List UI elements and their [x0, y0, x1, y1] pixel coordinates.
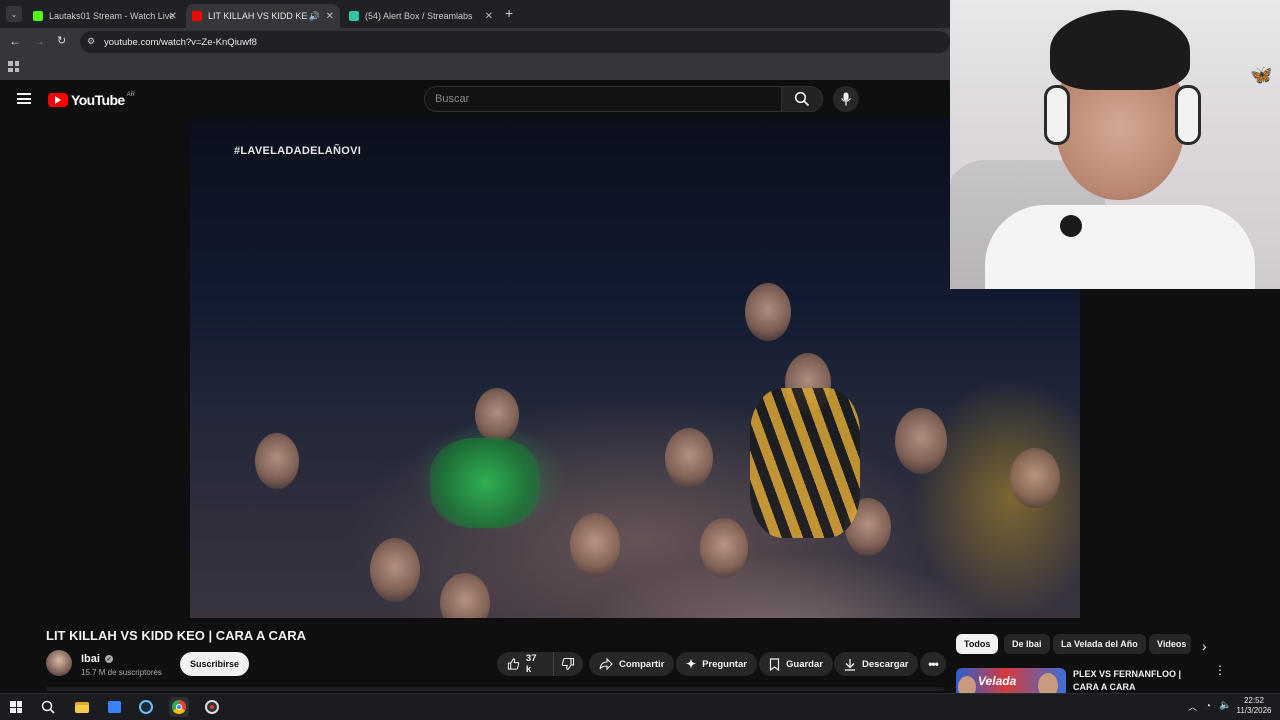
- chevron-right-icon[interactable]: ›: [1202, 638, 1207, 654]
- clock-time: 22:52: [1243, 696, 1265, 705]
- forward-arrow-icon[interactable]: →: [33, 34, 45, 48]
- bookmark-icon: [769, 657, 780, 671]
- download-button[interactable]: Descargar: [834, 652, 919, 676]
- url-text: youtube.com/watch?v=Ze-KnQiuwf8: [104, 36, 257, 48]
- like-button[interactable]: 37 k: [497, 652, 553, 676]
- wifi-icon[interactable]: ◔: [1205, 701, 1211, 712]
- steam-icon[interactable]: [136, 697, 156, 717]
- system-clock[interactable]: 22:52 11/3/2026: [1232, 696, 1276, 716]
- windows-taskbar: [0, 693, 1280, 720]
- search-input[interactable]: Buscar: [424, 86, 782, 112]
- reload-icon[interactable]: ↻: [57, 34, 66, 47]
- apps-grid-icon[interactable]: [8, 61, 19, 72]
- search-placeholder: Buscar: [435, 93, 470, 105]
- new-tab-button[interactable]: +: [505, 5, 513, 21]
- share-icon: [599, 658, 613, 670]
- save-button[interactable]: Guardar: [759, 652, 833, 676]
- youtube-play-icon: [48, 93, 68, 107]
- channel-avatar[interactable]: [46, 650, 72, 676]
- tab-youtube-video[interactable]: LIT KILLAH VS KIDD KEO | CARA A CARA 🔊 ✕: [186, 4, 340, 28]
- youtube-favicon-icon: [192, 11, 202, 21]
- subscriber-count: 15.7 M de suscriptores: [81, 668, 162, 677]
- tab-title: (54) Alert Box / Streamlabs: [365, 11, 473, 21]
- microsoft-store-icon[interactable]: [104, 697, 124, 717]
- download-icon: [845, 658, 855, 671]
- close-tab-icon[interactable]: ✕: [326, 11, 334, 22]
- windows-start-icon[interactable]: [6, 697, 26, 717]
- search-button[interactable]: [781, 86, 823, 112]
- ask-button[interactable]: ✦ Preguntar: [676, 652, 757, 676]
- address-bar[interactable]: ⚙ youtube.com/watch?v=Ze-KnQiuwf8: [80, 31, 950, 53]
- menu-hamburger-icon[interactable]: [17, 93, 31, 104]
- share-button[interactable]: Compartir: [589, 652, 675, 676]
- tab-title: LIT KILLAH VS KIDD KEO | CARA A CARA: [208, 11, 308, 21]
- ask-label: Preguntar: [702, 658, 747, 670]
- video-player[interactable]: [190, 118, 1080, 618]
- verified-check-icon: ✓: [105, 655, 114, 664]
- file-explorer-icon[interactable]: [72, 697, 92, 717]
- youtube-wordmark: YouTube: [71, 92, 125, 108]
- tab-streamlabs[interactable]: (54) Alert Box / Streamlabs ✕: [343, 4, 499, 28]
- related-video-title[interactable]: PLEX VS FERNANFLOO | CARA A CARA: [1073, 668, 1205, 694]
- thumbs-up-icon: [507, 658, 520, 670]
- share-label: Compartir: [619, 658, 665, 670]
- kick-favicon-icon: [33, 11, 43, 21]
- obs-recording-icon[interactable]: [202, 697, 222, 717]
- voice-search-button[interactable]: [833, 86, 859, 112]
- description-box-edge: [46, 687, 944, 691]
- chevron-up-icon[interactable]: ︿: [1188, 700, 1197, 713]
- thumbs-down-icon: [561, 657, 575, 671]
- speaker-icon[interactable]: 🔊: [309, 11, 320, 22]
- webcam-overlay: 🦋: [950, 0, 1280, 289]
- streamlabs-favicon-icon: [349, 11, 359, 21]
- region-code: AR: [126, 92, 135, 98]
- tab-list-button[interactable]: ⌄: [6, 6, 22, 22]
- video-hashtag-overlay: #LAVELADADELAÑOVI: [234, 145, 362, 157]
- chip-all[interactable]: Todos: [956, 634, 999, 654]
- video-title: LIT KILLAH VS KIDD KEO | CARA A CARA: [46, 628, 307, 643]
- microphone-icon: [840, 92, 852, 106]
- tab-kick-stream[interactable]: Lautaks01 Stream - Watch Live ✕: [27, 4, 183, 28]
- back-arrow-icon[interactable]: ←: [9, 34, 21, 48]
- youtube-logo[interactable]: YouTube AR: [48, 92, 135, 108]
- search-icon: [794, 91, 810, 107]
- volume-icon[interactable]: 🔈: [1219, 700, 1231, 711]
- chrome-icon[interactable]: [169, 697, 189, 717]
- taskbar-search-icon[interactable]: [38, 697, 58, 717]
- sparkle-icon: ✦: [686, 657, 697, 671]
- more-horizontal-icon: •••: [928, 657, 939, 671]
- site-info-icon[interactable]: ⚙: [87, 36, 95, 47]
- chip-from-ibai[interactable]: De Ibai: [1004, 634, 1050, 654]
- clock-date: 11/3/2026: [1236, 706, 1272, 715]
- save-label: Guardar: [786, 658, 823, 670]
- tab-title: Lautaks01 Stream - Watch Live: [49, 11, 175, 21]
- more-actions-button[interactable]: •••: [920, 652, 946, 676]
- like-count: 37 k: [525, 653, 537, 675]
- channel-name-text: Ibai: [81, 653, 100, 665]
- more-vertical-icon[interactable]: ⋮: [1214, 664, 1226, 676]
- chip-la-velada[interactable]: La Velada del Año: [1053, 634, 1146, 654]
- subscribe-button[interactable]: Suscribirse: [180, 652, 249, 676]
- download-label: Descargar: [862, 658, 909, 670]
- channel-name[interactable]: Ibai ✓: [81, 653, 114, 665]
- close-tab-icon[interactable]: ✕: [485, 11, 493, 22]
- thumbnail-text: Velada: [978, 674, 1017, 688]
- chip-videos[interactable]: Videos: [1149, 634, 1191, 654]
- close-tab-icon[interactable]: ✕: [169, 11, 177, 22]
- dislike-button[interactable]: [553, 652, 583, 676]
